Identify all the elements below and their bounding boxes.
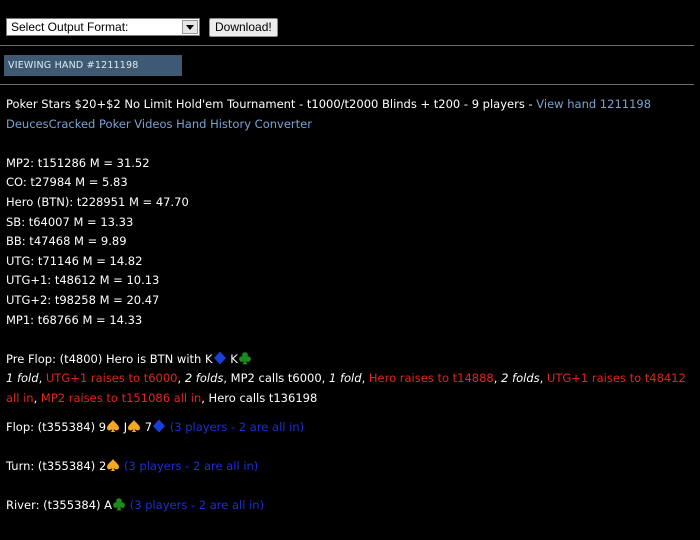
board-card: 7 [144, 419, 166, 434]
turn-line: Turn: (t355384) 2 (3 players - 2 are all… [6, 457, 694, 477]
view-hand-link[interactable]: View hand 1211198 [536, 97, 651, 111]
preflop-action: , [33, 390, 41, 405]
preflop-action: UTG+1 raises to t6000 [45, 371, 178, 386]
hand-header: Poker Stars $20+$2 No Limit Hold'em Tour… [6, 95, 694, 115]
hole-card-2: K [230, 352, 252, 366]
hand-title: Poker Stars $20+$2 No Limit Hold'em Tour… [6, 97, 537, 111]
board-card: 9 [98, 419, 120, 434]
card-rank: 7 [144, 419, 153, 434]
river-player-note: (3 players - 2 are all in) [129, 497, 265, 512]
player-stack-row: Hero (BTN): t228951 M = 47.70 [6, 194, 189, 209]
flop-player-note: (3 players - 2 are all in) [169, 419, 305, 434]
preflop-actions: 1 fold, UTG+1 raises to t6000, 2 folds, … [6, 369, 694, 408]
preflop-action: Hero raises to t14888 [368, 371, 494, 386]
converter-link[interactable]: DeucesCracked Poker Videos Hand History … [6, 117, 312, 131]
player-stack-row: UTG+1: t48612 M = 10.13 [6, 273, 160, 288]
divider [0, 84, 694, 85]
card-rank: 9 [98, 419, 107, 434]
output-format-select[interactable]: Select Output Format: [6, 18, 200, 36]
converter-row: DeucesCracked Poker Videos Hand History … [6, 115, 694, 135]
player-stack-row: UTG+2: t98258 M = 20.47 [6, 292, 160, 307]
preflop-action: 1 fold [6, 371, 39, 386]
diamond-suit-icon [213, 351, 227, 365]
preflop-action: , [539, 371, 547, 386]
hand-history: Poker Stars $20+$2 No Limit Hold'em Tour… [6, 95, 694, 515]
flop-intro: Flop: (t355384) [6, 419, 99, 434]
preflop-intro: Pre Flop: (t4800) Hero is BTN with [6, 351, 205, 366]
turn-player-note: (3 players - 2 are all in) [123, 458, 259, 473]
preflop-action: , MP2 calls t6000, [223, 371, 329, 386]
preflop-action: , [38, 371, 46, 386]
board-card: J [124, 419, 141, 434]
player-stack-row: BB: t47468 M = 9.89 [6, 234, 127, 249]
spade-suit-icon [106, 419, 120, 433]
download-button[interactable]: Download! [209, 17, 278, 37]
board-card: A [104, 498, 126, 512]
hole-card-1: K [204, 351, 227, 366]
card-rank: 2 [98, 458, 107, 473]
preflop-action: 2 folds [184, 371, 224, 386]
club-suit-icon [112, 497, 126, 511]
player-stacks: MP2: t151286 M = 31.52 CO: t27984 M = 5.… [6, 154, 694, 330]
turn-intro: Turn: (t355384) [6, 458, 99, 473]
output-format-select-value: Select Output Format: [11, 20, 129, 34]
player-stack-row: MP2: t151286 M = 31.52 [6, 155, 150, 170]
spade-suit-icon [106, 458, 120, 472]
preflop-action: , [177, 371, 185, 386]
board-cards: 2 [98, 458, 120, 473]
river-intro: River: (t355384) [6, 497, 105, 512]
board-card: 2 [98, 458, 120, 473]
spade-suit-icon [127, 419, 141, 433]
chevron-down-icon[interactable] [182, 20, 198, 34]
preflop-action: , [493, 371, 502, 386]
board-cards: A [104, 498, 126, 512]
diamond-suit-icon [152, 419, 166, 433]
preflop-action: MP2 raises to t151086 all in [40, 390, 202, 405]
river-line: River: (t355384) A (3 players - 2 are al… [6, 496, 694, 516]
preflop-action: , [361, 371, 369, 386]
player-stack-row: SB: t64007 M = 13.33 [6, 214, 134, 229]
preflop-line: Pre Flop: (t4800) Hero is BTN with K K [6, 350, 694, 370]
divider [0, 45, 694, 46]
preflop-action: , Hero calls t136198 [201, 390, 318, 405]
preflop-action: 1 fold [329, 371, 362, 386]
board-cards: 9 J 7 [98, 419, 166, 434]
player-stack-row: UTG: t71146 M = 14.82 [6, 253, 143, 268]
player-stack-row: CO: t27984 M = 5.83 [6, 175, 128, 190]
viewing-hand-banner: VIEWING HAND #1211198 [4, 55, 182, 76]
toolbar: Select Output Format: Download! [6, 16, 278, 38]
card-rank: K [204, 351, 213, 366]
player-stack-row: MP1: t68766 M = 14.33 [6, 312, 143, 327]
card-rank: K [230, 351, 238, 366]
club-suit-icon [238, 351, 252, 365]
preflop-action: 2 folds [501, 371, 540, 386]
flop-line: Flop: (t355384) 9 J 7 (3 players - 2 are… [6, 418, 694, 438]
card-rank: A [104, 497, 113, 512]
